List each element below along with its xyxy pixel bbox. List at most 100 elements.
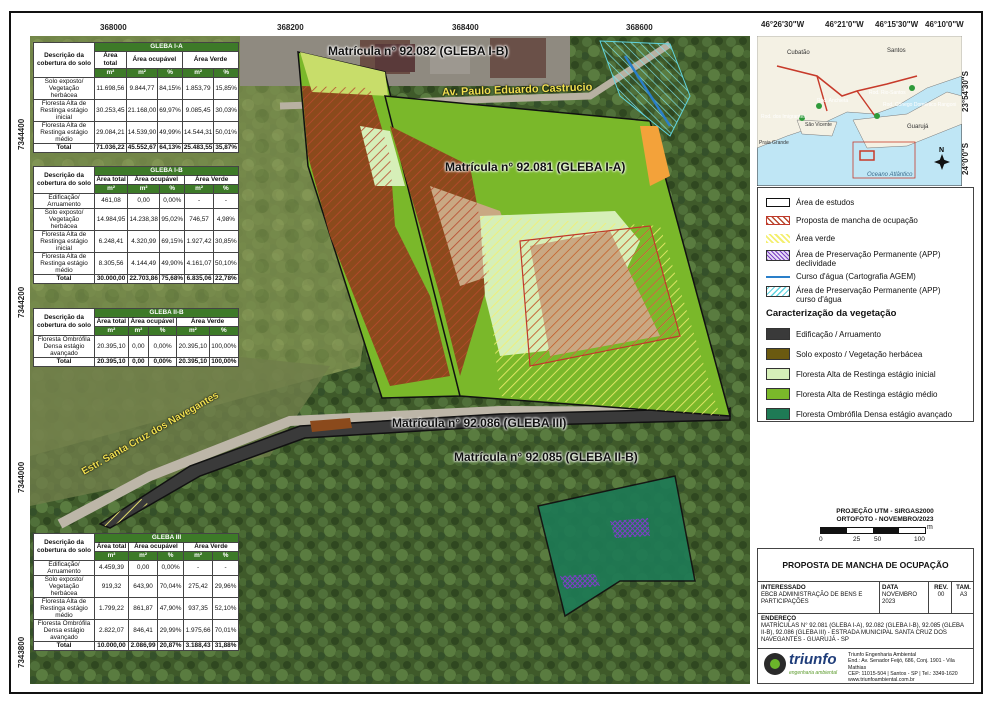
cell-value: 461,08 bbox=[93, 193, 129, 209]
coord-left-2: 7344200 bbox=[17, 286, 26, 318]
scale-bar bbox=[820, 527, 926, 534]
study-area-swatch bbox=[766, 198, 790, 207]
table-row: Solo exposto/ Vegetação herbácea 14.984,9… bbox=[33, 208, 240, 231]
table-row: Solo exposto/ Vegetação herbácea 11.698,5… bbox=[33, 77, 239, 100]
cell-value: 14.238,38 bbox=[127, 208, 161, 231]
cell-value: 6.248,41 bbox=[93, 230, 129, 253]
label-gleba-iib: Matrícula n° 92.085 (GLEBA II-B) bbox=[454, 450, 638, 464]
inset-place-santos: Santos bbox=[887, 48, 906, 54]
cell-value: 275,42 bbox=[182, 575, 214, 598]
veg-title: Caracterização da vegetação bbox=[766, 308, 897, 319]
cell-value: 919,32 bbox=[94, 575, 129, 598]
cell-value: 14.984,95 bbox=[93, 208, 129, 231]
legend-item-study-area: Área de estudos bbox=[766, 198, 854, 207]
coord-left-3: 7344000 bbox=[17, 461, 26, 493]
inset-lon-1: 46°26'30"W bbox=[761, 20, 805, 29]
inset-panel: 46°26'30"W 46°21'0"W 46°15'30"W 46°10'0"… bbox=[757, 17, 975, 187]
legend: Área de estudos Proposta de mancha de oc… bbox=[757, 187, 974, 422]
cell-description: Floresta Alta de Restinga estágio médio bbox=[33, 121, 95, 144]
cell-value: 47,90% bbox=[157, 597, 184, 620]
cell-description: Floresta Alta de Restinga estágio médio bbox=[33, 252, 95, 275]
veg-legend-item: Edificação / Arruamento bbox=[766, 328, 881, 340]
veg-swatch bbox=[766, 388, 790, 400]
occupation-swatch bbox=[766, 216, 790, 225]
table-row: Floresta Alta de Restinga estágio inicia… bbox=[33, 230, 240, 253]
veg-swatch bbox=[766, 348, 790, 360]
cell-value: 70,04% bbox=[157, 575, 184, 598]
cell-value: - bbox=[212, 560, 239, 576]
inset-place-guaruja: Guarujá bbox=[907, 124, 929, 130]
cell-value: 4.144,49 bbox=[127, 252, 161, 275]
cell-value: 11.698,56 bbox=[94, 77, 127, 100]
cell-value: 643,90 bbox=[127, 575, 159, 598]
veg-swatch bbox=[766, 408, 790, 420]
cell-value: 4,98% bbox=[212, 208, 240, 231]
cell-value: 1.799,22 bbox=[94, 597, 129, 620]
cell-value: 69,15% bbox=[159, 230, 186, 253]
veg-legend-item: Solo exposto / Vegetação herbácea bbox=[766, 348, 922, 360]
app-slope-swatch bbox=[766, 250, 790, 261]
veg-label: Solo exposto / Vegetação herbácea bbox=[796, 349, 923, 359]
cell-description: Floresta Alta de Restinga estágio inicia… bbox=[33, 99, 95, 122]
cell-description: Floresta Ombrófila Densa estágio avançad… bbox=[33, 619, 95, 642]
cell-value: 4.320,99 bbox=[127, 230, 161, 253]
cell-value: 50,01% bbox=[213, 121, 239, 144]
inset-place-riosantos: Rod. Rio-Santos bbox=[869, 90, 906, 96]
table-row: Floresta Ombrófila Densa estágio avançad… bbox=[33, 335, 240, 358]
cell-value: 30.253,45 bbox=[94, 99, 127, 122]
veg-swatch bbox=[766, 328, 790, 340]
table-gleba-iib: Descrição da cobertura do solo GLEBA II-… bbox=[33, 308, 240, 367]
address-cell: ENDEREÇO MATRÍCULAS N° 92.081 (GLEBA I-A)… bbox=[761, 615, 964, 643]
table-gleba-ia-body: Solo exposto/ Vegetação herbácea 11.698,5… bbox=[33, 77, 239, 144]
company-logo: triunfo bbox=[789, 651, 837, 668]
cell-value: 21.168,00 bbox=[125, 99, 159, 122]
cell-value: 1.853,79 bbox=[181, 77, 215, 100]
inset-map: Santos Cubatão Rod. Rio-Santos Rod. Anch… bbox=[757, 36, 962, 186]
rev-cell: REV. 00 bbox=[934, 584, 948, 598]
table-gleba-ib-total: Total 30.000,00 22.703,86 75,68% 6.835,0… bbox=[33, 274, 240, 284]
inset-lat-2: 24°0'0"S bbox=[961, 142, 970, 175]
cell-value: 846,41 bbox=[127, 619, 159, 642]
cell-value: 4.459,39 bbox=[94, 560, 129, 576]
cell-value: 52,10% bbox=[212, 597, 239, 620]
compass-north: N bbox=[939, 147, 944, 154]
cell-value: 49,90% bbox=[159, 252, 186, 275]
cell-value: 0,00 bbox=[127, 335, 150, 358]
company-info: Triunfo Engenharia Ambiental End.: Av. S… bbox=[848, 652, 958, 684]
gear-logo-icon bbox=[764, 653, 786, 675]
veg-swatch bbox=[766, 368, 790, 380]
veg-label: Floresta Alta de Restinga estágio inicia… bbox=[796, 369, 936, 379]
cell-value: 2.822,07 bbox=[94, 619, 129, 642]
inset-lat-1: 23°54'30"S bbox=[961, 71, 970, 112]
cell-value: 20.395,10 bbox=[94, 335, 129, 358]
cell-value: - bbox=[182, 560, 214, 576]
table-gleba-ib: Descrição da cobertura do solo GLEBA I-B… bbox=[33, 166, 240, 284]
cell-value: 14.539,90 bbox=[125, 121, 159, 144]
table-gleba-iib-total: Total 20.395,10 0,00 0,00% 20.395,10 100… bbox=[33, 357, 240, 367]
cell-value: 29,96% bbox=[212, 575, 239, 598]
size-cell: TAM. A3 bbox=[956, 584, 971, 598]
orthophoto-label: ORTOFOTO - NOVEMBRO/2023 bbox=[836, 516, 934, 523]
cell-value: 49,99% bbox=[157, 121, 183, 144]
scale-tick-25: 25 bbox=[853, 536, 861, 543]
cell-description: Floresta Alta de Restinga estágio médio bbox=[33, 597, 95, 620]
inset-lon-4: 46°10'0"W bbox=[925, 20, 964, 29]
title-block: PROPOSTA DE MANCHA DE OCUPAÇÃO INTERESSA… bbox=[757, 548, 974, 684]
cell-value: 100,00% bbox=[208, 335, 240, 358]
veg-label: Floresta Alta de Restinga estágio médio bbox=[796, 389, 938, 399]
scale-tick-100: 100 bbox=[914, 536, 925, 543]
cell-value: - bbox=[212, 193, 240, 209]
label-gleba-ib: Matrícula n° 92.082 (GLEBA I-B) bbox=[328, 44, 509, 58]
interessado-cell: INTERESSADO EBCB ADMINISTRAÇÃO DE BENS E … bbox=[761, 584, 863, 605]
table-gleba-ib-body: Edificação/ Arruamento 461,08 0,00 0,00% - - S… bbox=[33, 193, 240, 275]
coord-top-2: 368200 bbox=[277, 23, 304, 32]
scale-unit: m bbox=[927, 524, 933, 531]
cell-value: 30,03% bbox=[213, 99, 239, 122]
cell-value: 0,00 bbox=[127, 193, 161, 209]
app-water-swatch bbox=[766, 286, 790, 297]
cell-value: 746,57 bbox=[184, 208, 214, 231]
cell-value: 0,00% bbox=[148, 335, 178, 358]
legend-item-app-slope: Área de Preservação Permanente (APP) dec… bbox=[766, 250, 956, 268]
coord-left-4: 7343800 bbox=[17, 636, 26, 668]
cell-value: 8.305,56 bbox=[93, 252, 129, 275]
